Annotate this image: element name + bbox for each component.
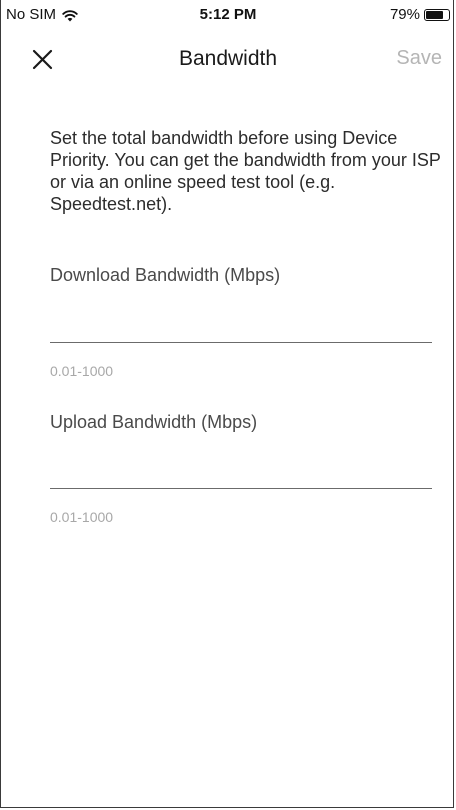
status-bar: No SIM 5:12 PM 79% [0, 0, 456, 30]
download-bandwidth-label: Download Bandwidth (Mbps) [50, 265, 281, 285]
download-bandwidth-hint: 0.01-1000 [50, 363, 114, 379]
screen-frame [0, 0, 454, 808]
upload-bandwidth-hint: 0.01-1000 [50, 509, 114, 525]
battery-fill [426, 10, 444, 19]
save-button[interactable]: Save [396, 47, 442, 70]
status-time: 5:12 PM [199, 6, 257, 23]
page-title: Bandwidth [178, 47, 278, 70]
download-bandwidth-input[interactable] [50, 308, 432, 343]
battery-icon [424, 8, 450, 21]
upload-bandwidth-input[interactable] [50, 454, 432, 489]
status-right: 79% [390, 6, 450, 23]
battery-percent: 79% [389, 6, 420, 23]
description-text: Set the total bandwidth before using Dev… [50, 128, 441, 214]
upload-bandwidth-label: Upload Bandwidth (Mbps) [50, 412, 258, 432]
nav-bar: Bandwidth Save [0, 36, 456, 82]
